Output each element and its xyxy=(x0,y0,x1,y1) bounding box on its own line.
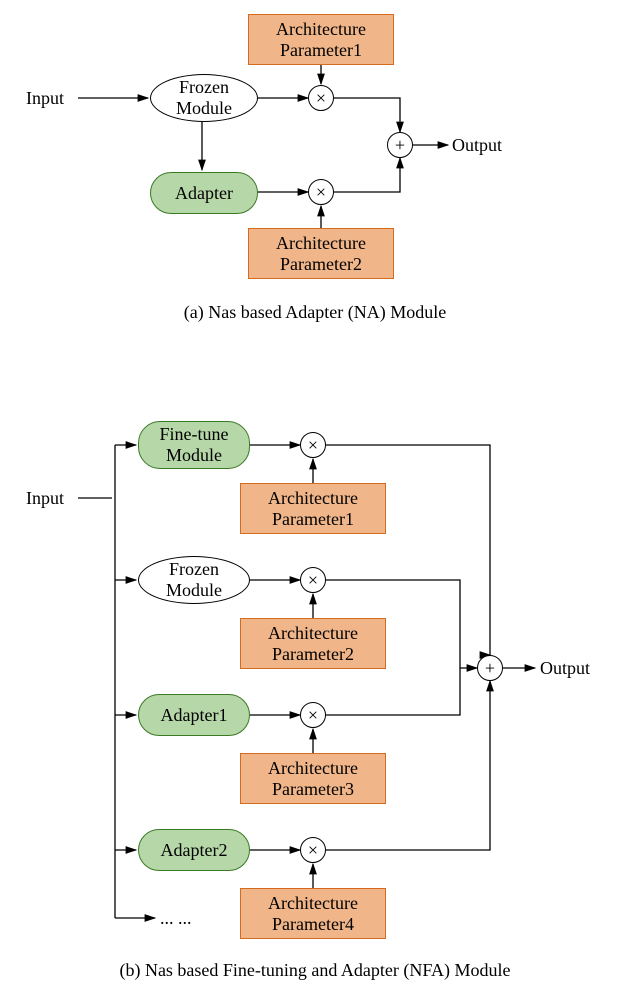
b-mul3: × xyxy=(300,702,326,728)
b-param3: Architecture Parameter3 xyxy=(240,753,386,804)
b-finetune-module: Fine-tune Module xyxy=(138,421,250,469)
b-mul1-sym: × xyxy=(308,435,318,456)
b-frozen-module: Frozen Module xyxy=(138,556,250,604)
a-frozen-text: Frozen Module xyxy=(176,77,232,118)
b-param1: Architecture Parameter1 xyxy=(240,483,386,534)
a-add-sym: + xyxy=(395,135,405,156)
a-adapter: Adapter xyxy=(150,172,258,214)
b-param1-text: Architecture Parameter1 xyxy=(268,488,358,529)
b-param2: Architecture Parameter2 xyxy=(240,618,386,669)
b-mul3-sym: × xyxy=(308,705,318,726)
a-caption: (a) Nas based Adapter (NA) Module xyxy=(0,302,630,323)
b-frozen-text: Frozen Module xyxy=(166,559,222,600)
a-mul2-sym: × xyxy=(316,182,326,203)
b-dots: ... ... xyxy=(160,908,192,929)
a-frozen-module: Frozen Module xyxy=(150,74,258,122)
a-mul2: × xyxy=(308,179,334,205)
a-adapter-text: Adapter xyxy=(175,183,233,204)
a-input-label: Input xyxy=(26,88,64,109)
a-add: + xyxy=(387,132,413,158)
b-adapter2-text: Adapter2 xyxy=(161,840,228,861)
b-param4-text: Architecture Parameter4 xyxy=(268,893,358,934)
b-output-label: Output xyxy=(540,658,590,679)
a-param2-text: Architecture Parameter2 xyxy=(276,233,366,274)
a-output-label: Output xyxy=(452,135,502,156)
b-param3-text: Architecture Parameter3 xyxy=(268,758,358,799)
a-mul1-sym: × xyxy=(316,88,326,109)
b-input-label: Input xyxy=(26,488,64,509)
b-add-sym: + xyxy=(485,658,495,679)
b-adapter1: Adapter1 xyxy=(138,694,250,736)
b-mul4-sym: × xyxy=(308,840,318,861)
b-mul1: × xyxy=(300,432,326,458)
a-param1-text: Architecture Parameter1 xyxy=(276,19,366,60)
b-adapter1-text: Adapter1 xyxy=(161,705,228,726)
a-param2: Architecture Parameter2 xyxy=(248,228,394,279)
b-adapter2: Adapter2 xyxy=(138,829,250,871)
b-mul2: × xyxy=(300,567,326,593)
b-finetune-text: Fine-tune Module xyxy=(160,424,229,465)
b-param4: Architecture Parameter4 xyxy=(240,888,386,939)
b-mul2-sym: × xyxy=(308,570,318,591)
b-mul4: × xyxy=(300,837,326,863)
b-param2-text: Architecture Parameter2 xyxy=(268,623,358,664)
b-add: + xyxy=(477,655,503,681)
a-param1: Architecture Parameter1 xyxy=(248,14,394,65)
b-caption: (b) Nas based Fine-tuning and Adapter (N… xyxy=(0,960,630,981)
a-mul1: × xyxy=(308,85,334,111)
